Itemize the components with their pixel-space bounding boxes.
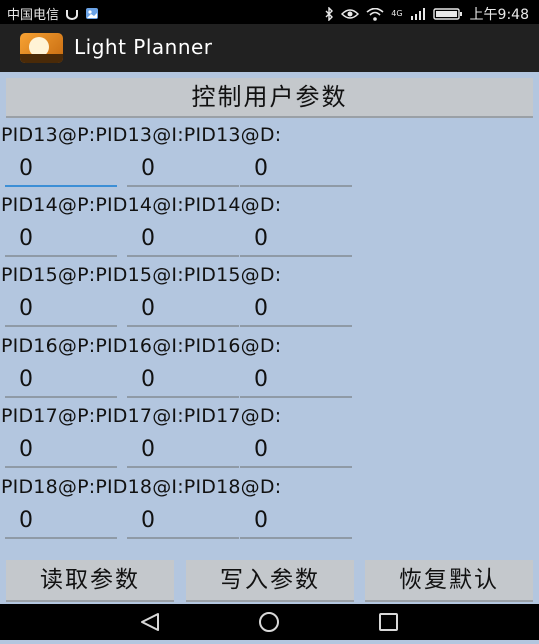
row-label-pid18: PID18@P:PID18@I:PID18@D: bbox=[1, 476, 282, 498]
pid17-p-field[interactable]: 0 bbox=[5, 434, 117, 468]
row-label-pid13: PID13@P:PID13@I:PID13@D: bbox=[1, 124, 282, 146]
pid16-p-field[interactable]: 0 bbox=[5, 364, 117, 398]
bluetooth-icon bbox=[325, 7, 334, 21]
eye-icon bbox=[341, 9, 360, 19]
lte-label: 4G bbox=[391, 9, 403, 18]
pid13-d-field[interactable]: 0 bbox=[240, 153, 352, 187]
pid16-d-field[interactable]: 0 bbox=[240, 364, 352, 398]
pid14-d-field[interactable]: 0 bbox=[240, 223, 352, 257]
pid18-p-field[interactable]: 0 bbox=[5, 505, 117, 539]
action-bar: Light Planner bbox=[0, 24, 539, 72]
pid14-p-field[interactable]: 0 bbox=[5, 223, 117, 257]
back-icon bbox=[141, 613, 159, 631]
row-label-pid14: PID14@P:PID14@I:PID14@D: bbox=[1, 194, 282, 216]
usb-icon bbox=[66, 9, 79, 20]
pid15-d-field[interactable]: 0 bbox=[240, 293, 352, 327]
clock: 上午9:48 bbox=[469, 7, 529, 23]
main-content: 控制用户参数 PID13@P:PID13@I:PID13@D: 0 0 0 PI… bbox=[0, 72, 539, 604]
pid14-i-field[interactable]: 0 bbox=[127, 223, 239, 257]
home-icon bbox=[259, 612, 279, 632]
row-label-pid15: PID15@P:PID15@I:PID15@D: bbox=[1, 264, 282, 286]
pid15-p-field[interactable]: 0 bbox=[5, 293, 117, 327]
navigation-bar bbox=[0, 604, 539, 640]
row-label-pid16: PID16@P:PID16@I:PID16@D: bbox=[1, 335, 282, 357]
status-bar: 中国电信 4G 上午9:48 bbox=[0, 0, 539, 24]
recents-icon bbox=[379, 613, 398, 631]
app-title: Light Planner bbox=[74, 35, 213, 59]
pid18-d-field[interactable]: 0 bbox=[240, 505, 352, 539]
pid13-i-field[interactable]: 0 bbox=[127, 153, 239, 187]
app-icon bbox=[20, 33, 63, 63]
pid15-i-field[interactable]: 0 bbox=[127, 293, 239, 327]
pid17-d-field[interactable]: 0 bbox=[240, 434, 352, 468]
carrier-label: 中国电信 bbox=[7, 8, 60, 23]
wifi-icon bbox=[366, 7, 384, 21]
pid13-p-field[interactable]: 0 bbox=[5, 153, 117, 187]
read-params-button[interactable]: 读取参数 bbox=[6, 560, 174, 602]
control-user-params-button[interactable]: 控制用户参数 bbox=[6, 78, 533, 118]
pid18-i-field[interactable]: 0 bbox=[127, 505, 239, 539]
signal-icon bbox=[410, 8, 425, 20]
back-button[interactable] bbox=[120, 604, 180, 640]
home-button[interactable] bbox=[239, 604, 299, 640]
recents-button[interactable] bbox=[359, 604, 419, 640]
pid17-i-field[interactable]: 0 bbox=[127, 434, 239, 468]
battery-icon bbox=[432, 8, 462, 20]
pid16-i-field[interactable]: 0 bbox=[127, 364, 239, 398]
image-icon bbox=[86, 8, 99, 19]
restore-default-button[interactable]: 恢复默认 bbox=[365, 560, 533, 602]
row-label-pid17: PID17@P:PID17@I:PID17@D: bbox=[1, 405, 282, 427]
write-params-button[interactable]: 写入参数 bbox=[186, 560, 354, 602]
